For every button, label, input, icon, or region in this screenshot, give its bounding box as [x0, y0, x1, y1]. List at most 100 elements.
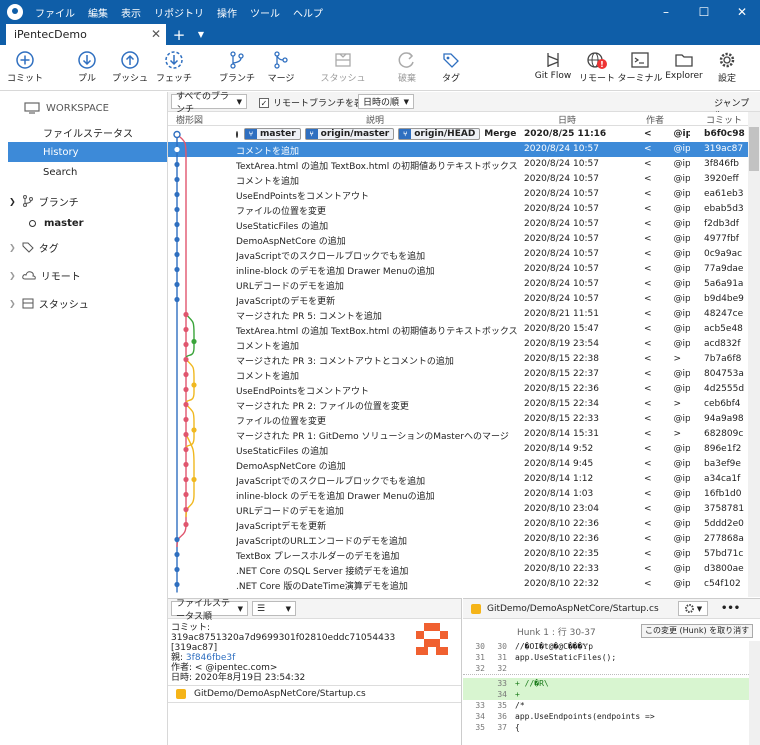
diff-options-button[interactable]: ▼ — [678, 601, 708, 616]
table-row[interactable]: TextBox プレースホルダーのデモを追加 2020/8/10 22:35 < @i… — [168, 547, 748, 562]
commit-author: < @ipe — [644, 309, 690, 319]
author-name: < — [644, 279, 652, 289]
column-date[interactable]: 日時 — [558, 113, 576, 126]
terminal-button[interactable]: ターミナル — [615, 45, 665, 91]
commit-list: ⑂ master ⑂ origin/master ⑂ origin/HEAD Merg… — [168, 127, 748, 597]
table-row[interactable]: inline-block のデモを追加 Drawer Menuの追加 2020/8… — [168, 262, 748, 277]
sidebar-item-master[interactable]: master — [0, 213, 168, 233]
stash-button[interactable]: スタッシュ — [318, 45, 368, 91]
table-row[interactable]: マージされた PR 5: コメントを追加 2020/8/21 11:51 < @ipe… — [168, 307, 748, 322]
table-row[interactable]: .NET Core 版のDateTime演算デモを追加 2020/8/10 22:… — [168, 577, 748, 592]
table-row[interactable]: ファイルの位置を変更 2020/8/15 22:33 < @ipe 94a9a98 — [168, 412, 748, 427]
table-row[interactable]: コメントを追加 2020/8/24 10:57 < @ipe 3920eff — [168, 172, 748, 187]
folder-icon — [675, 54, 693, 67]
commit-date: 2020/8/19 23:54 — [524, 339, 599, 349]
show-remote-checkbox[interactable]: ✓ リモートブランチを表示 — [259, 96, 372, 109]
maximize-button[interactable]: ☐ — [686, 0, 722, 24]
table-row[interactable]: URLデコードのデモを追加 2020/8/10 23:04 < @ipe 3758781 — [168, 502, 748, 517]
table-row[interactable]: JavaScriptでのスクロールブロックでもを追加 2020/8/14 1:12… — [168, 472, 748, 487]
menu-file[interactable]: ファイル — [35, 5, 75, 20]
table-row-head[interactable]: ⑂ master ⑂ origin/master ⑂ origin/HEAD Merg… — [168, 127, 748, 142]
table-row[interactable]: マージされた PR 1: GitDemo ソリューションのMasterへのマージ… — [168, 427, 748, 442]
table-row[interactable]: マージされた PR 2: ファイルの位置を変更 2020/8/15 22:34 < >… — [168, 397, 748, 412]
menu-view[interactable]: 表示 — [121, 5, 141, 20]
table-row[interactable]: TextArea.html の追加 TextBox.html の初期値ありテキス… — [168, 157, 748, 172]
table-row[interactable]: ファイルの位置を変更 2020/8/24 10:57 < @ipe ebab5d3 — [168, 202, 748, 217]
sidebar-item-file-status[interactable]: ファイルステータス — [0, 122, 168, 142]
close-window-button[interactable]: ✕ — [724, 0, 760, 24]
changed-file-row[interactable]: GitDemo/DemoAspNetCore/Startup.cs — [168, 685, 461, 703]
tab-ipentecdemo[interactable]: iPentecDemo ✕ — [6, 24, 166, 45]
table-row[interactable]: UseStaticFiles の追加 2020/8/24 10:57 < @ipe f2… — [168, 217, 748, 232]
checkbox-checked-icon[interactable]: ✓ — [259, 97, 269, 108]
table-row[interactable]: JavaScriptのデモを更新 2020/8/24 10:57 < @ipe b9d4… — [168, 292, 748, 307]
sidebar-item-history[interactable]: History — [8, 142, 167, 162]
table-row[interactable]: コメントを追加 2020/8/15 22:37 < @ipe 804753a — [168, 367, 748, 382]
discard-button[interactable]: 破棄 — [382, 45, 432, 91]
table-row[interactable]: コメントを追加 2020/8/19 23:54 < @ipe acd832f — [168, 337, 748, 352]
branch-filter-dropdown[interactable]: すべてのブランチ ▼ — [171, 92, 247, 115]
more-options-icon[interactable]: ••• — [721, 603, 740, 614]
sidebar-group-branches[interactable]: ❯ ブランチ — [0, 191, 168, 211]
scrollbar-thumb[interactable] — [749, 127, 759, 171]
new-tab-button[interactable]: + — [170, 24, 188, 45]
commit-message: JavaScriptデモを更新 — [236, 522, 327, 532]
fetch-button[interactable]: フェッチ — [149, 45, 199, 91]
menu-actions[interactable]: 操作 — [217, 5, 237, 20]
table-row[interactable]: マージされた PR 3: コメントアウトとコメントの追加 2020/8/15 22… — [168, 352, 748, 367]
diff-scrollbar[interactable] — [749, 641, 760, 745]
table-row[interactable]: UseEndPointsをコメントアウト 2020/8/15 22:36 < @ipe… — [168, 382, 748, 397]
menu-edit[interactable]: 編集 — [88, 5, 108, 20]
table-row[interactable]: UseEndPointsをコメントアウト 2020/8/24 10:57 < @ip e… — [168, 187, 748, 202]
table-row[interactable]: DemoAspNetCore の追加 2020/8/14 9:45 < @ipe ba3… — [168, 457, 748, 472]
tab-close-icon[interactable]: ✕ — [151, 27, 161, 41]
view-mode-dropdown[interactable]: ☰ ▼ — [252, 601, 296, 616]
stash-label: スタッシュ — [320, 74, 366, 84]
table-row[interactable]: URLデコードのデモを追加 2020/8/24 10:57 < @ipe 5a6a91a — [168, 277, 748, 292]
parent-hash-link[interactable]: 3f846fbe3f — [186, 653, 235, 663]
table-row[interactable]: コメントを追加 2020/8/24 10:57 < @ipe 319ac87 — [168, 142, 748, 157]
sidebar-group-tags[interactable]: ❯ タグ — [0, 237, 168, 257]
diff-line: 30 30 //�OI�t@�@C���Ɏp — [463, 641, 749, 652]
tag-button[interactable]: タグ — [426, 45, 476, 91]
table-row[interactable]: JavaScriptデモを更新 2020/8/10 22:36 < @ipe 5ddd2… — [168, 517, 748, 532]
graph-node — [191, 476, 197, 483]
author-email: @ipe — [673, 204, 690, 214]
table-row[interactable]: JavaScriptのURLエンコードのデモを追加 2020/8/10 22:36… — [168, 532, 748, 547]
push-button[interactable]: プッシュ — [105, 45, 155, 91]
menu-tools[interactable]: ツール — [250, 5, 280, 20]
commit-author: < @ipe — [644, 549, 690, 559]
gitflow-button[interactable]: Git Flow — [528, 45, 578, 91]
settings-button[interactable]: 設定 — [702, 45, 752, 91]
branch-button[interactable]: ブランチ — [212, 45, 262, 91]
sidebar-group-remotes[interactable]: ❯ リモート — [0, 265, 168, 285]
menu-help[interactable]: ヘルプ — [293, 5, 323, 20]
branch-badge-origin-head[interactable]: ⑂ origin/HEAD — [398, 128, 481, 140]
sort-order-dropdown[interactable]: 日時の順 ▼ — [358, 94, 414, 109]
file-sort-dropdown[interactable]: ファイルステータス順 ▼ — [171, 599, 248, 622]
tab-list-dropdown[interactable]: ▼ — [194, 24, 208, 45]
table-row[interactable]: JavaScriptでのスクロールブロックでもを追加 2020/8/24 10:5… — [168, 247, 748, 262]
commit-button[interactable]: コミット — [0, 45, 50, 91]
minimize-button[interactable]: – — [648, 0, 684, 24]
sidebar-group-stashes[interactable]: ❯ スタッシュ — [0, 293, 168, 313]
table-row[interactable]: inline-block のデモを追加 Drawer Menuの追加 2020/8… — [168, 487, 748, 502]
branch-badge-origin-master[interactable]: ⑂ origin/master — [304, 128, 395, 140]
commit-hash: 277868a — [704, 534, 744, 544]
sidebar-item-search[interactable]: Search — [0, 162, 168, 182]
merge-button[interactable]: マージ — [256, 45, 306, 91]
table-row[interactable]: .NET Core のSQL Server 接続デモを追加 2020/8/10 2… — [168, 562, 748, 577]
commit-list-scrollbar[interactable] — [748, 112, 760, 597]
menu-repository[interactable]: リポジトリ — [154, 5, 204, 20]
table-row[interactable]: TextArea.html の追加 TextBox.html の初期値ありテキス… — [168, 322, 748, 337]
table-row[interactable]: DemoAspNetCore の追加 2020/8/24 10:57 < @ipe 49… — [168, 232, 748, 247]
column-description[interactable]: 説明 — [366, 113, 384, 126]
branch-badge-icon: ⑂ — [245, 129, 257, 139]
commit-details-panel: ファイルステータス順 ▼ ☰ ▼ コミット: 319ac8751320a7d96… — [168, 598, 462, 745]
column-commit[interactable]: コミット — [706, 113, 742, 126]
column-author[interactable]: 作者 — [646, 113, 664, 126]
column-graph[interactable]: 樹形図 — [176, 113, 203, 126]
branch-badge-master[interactable]: ⑂ master — [244, 128, 301, 140]
discard-hunk-button[interactable]: この変更 (Hunk) を取り消す — [641, 624, 754, 638]
table-row[interactable]: UseStaticFiles の追加 2020/8/14 9:52 < @ipe 896… — [168, 442, 748, 457]
